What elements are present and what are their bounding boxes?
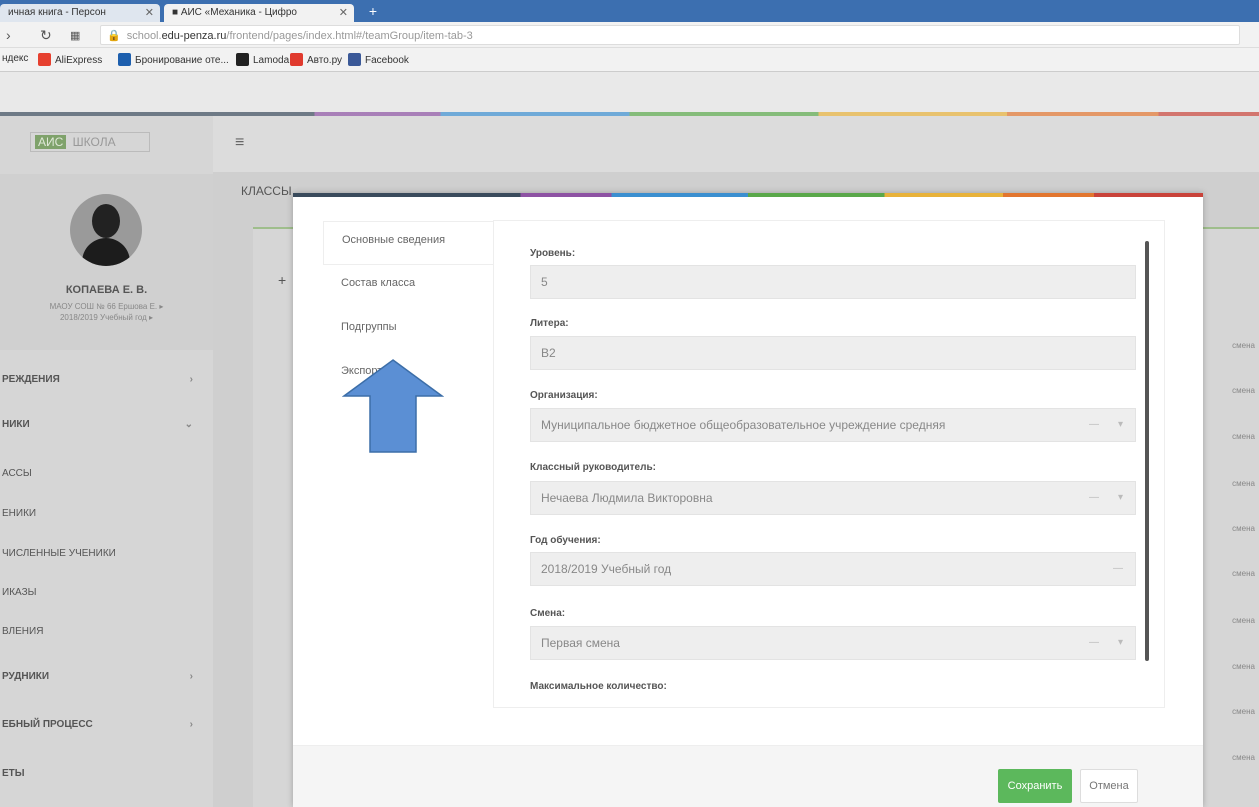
bookmark-item[interactable]: ндекс — [2, 53, 28, 64]
facebook-icon — [348, 53, 361, 66]
bookmark-item[interactable]: AliExpress — [38, 53, 102, 66]
menu-item[interactable]: НИКИ ⌄ — [0, 419, 213, 430]
field-label: Литера: — [530, 318, 569, 329]
page-icon: ■ — [172, 7, 181, 18]
submenu-item[interactable]: ЕНИКИ — [0, 508, 213, 519]
row-cell: смена — [1232, 616, 1255, 625]
forward-icon[interactable]: › — [6, 27, 11, 43]
user-year[interactable]: 2018/2019 Учебный год ▸ — [0, 313, 213, 322]
field-label: Организация: — [530, 390, 598, 401]
class-form: Уровень: 5 Литера: В2 Организация: Муниц… — [493, 220, 1165, 708]
organization-select[interactable]: Муниципальное бюджетное общеобразователь… — [530, 408, 1136, 442]
clear-icon[interactable]: — — [1089, 492, 1099, 503]
bookmark-item[interactable]: Авто.ру — [290, 53, 342, 66]
field-label: Максимальное количество: — [530, 681, 667, 692]
user-profile: КОПАЕВА Е. В. МАОУ СОШ № 66 Ершова Е. ▸ … — [0, 174, 213, 350]
url-field[interactable]: 🔒 school.edu-penza.ru/frontend/pages/inde… — [100, 25, 1240, 45]
autoru-icon — [290, 53, 303, 66]
clear-icon[interactable]: — — [1113, 563, 1123, 574]
page-title: КЛАССЫ — [241, 184, 292, 198]
up-arrow-annotation — [342, 359, 444, 453]
dropdown-icon[interactable]: ▾ — [1118, 419, 1123, 430]
class-teacher-select[interactable]: Нечаева Людмила Викторовна — ▾ — [530, 481, 1136, 515]
level-field[interactable]: 5 — [530, 265, 1136, 299]
menu-item[interactable]: ЕБНЫЙ ПРОЦЕСС › — [0, 719, 213, 730]
menu-item[interactable]: РУДНИКИ › — [0, 671, 213, 682]
sidebar: АИС ШКОЛА КОПАЕВА Е. В. МАОУ СОШ № 66 Ер… — [0, 116, 213, 807]
chevron-right-icon: › — [189, 719, 193, 730]
submenu-item[interactable]: ВЛЕНИЯ — [0, 626, 213, 637]
field-label: Классный руководитель: — [530, 462, 656, 473]
menu-item[interactable]: РЕЖДЕНИЯ › — [0, 374, 213, 385]
tab-title: АИС «Механика - Цифро — [180, 7, 297, 18]
row-cell: смена — [1232, 432, 1255, 441]
class-edit-modal: Основные сведения Состав класса Подгрупп… — [293, 193, 1203, 807]
row-cell: смена — [1232, 707, 1255, 716]
modal-color-strip — [293, 193, 1203, 197]
row-cell: смена — [1232, 662, 1255, 671]
lamoda-icon — [236, 53, 249, 66]
dropdown-icon[interactable]: ▾ — [1118, 637, 1123, 648]
lock-icon: 🔒 — [107, 30, 121, 42]
browser-tab-bar: ичная книга - Персон ✕ ■ АИС «Механика -… — [0, 0, 1259, 22]
tab-class-members[interactable]: Состав класса — [323, 265, 493, 309]
study-year-select[interactable]: 2018/2019 Учебный год — — [530, 552, 1136, 586]
hamburger-icon[interactable]: ≡ — [235, 134, 244, 152]
booking-icon — [118, 53, 131, 66]
tab-main-info[interactable]: Основные сведения — [323, 221, 493, 265]
field-label: Смена: — [530, 608, 566, 619]
chevron-down-icon: ⌄ — [184, 419, 193, 430]
row-cell: смена — [1232, 386, 1255, 395]
chevron-right-icon: › — [189, 374, 193, 385]
row-cell: смена — [1232, 524, 1255, 533]
bookmarks-bar: ндекс AliExpress Бронирование оте... Lam… — [0, 48, 1259, 72]
avatar — [70, 194, 142, 266]
field-label: Уровень: — [530, 248, 576, 259]
chevron-right-icon: › — [189, 671, 193, 682]
browser-tab[interactable]: ичная книга - Персон ✕ — [0, 4, 160, 22]
user-org[interactable]: МАОУ СОШ № 66 Ершова Е. ▸ — [0, 302, 213, 311]
clear-icon[interactable]: — — [1089, 419, 1099, 430]
row-cell: смена — [1232, 569, 1255, 578]
close-icon[interactable]: ✕ — [145, 6, 154, 19]
dropdown-icon[interactable]: ▾ — [1118, 492, 1123, 503]
shift-select[interactable]: Первая смена — ▾ — [530, 626, 1136, 660]
row-cell: смена — [1232, 479, 1255, 488]
bookmark-item[interactable]: Facebook — [348, 53, 409, 66]
bookmark-item[interactable]: Бронирование оте... — [118, 53, 229, 66]
reload-icon[interactable]: ↻ — [40, 27, 52, 44]
close-icon[interactable]: ✕ — [339, 6, 348, 19]
app-logo[interactable]: АИС ШКОЛА — [30, 132, 150, 152]
clear-icon[interactable]: — — [1089, 637, 1099, 648]
apps-icon[interactable]: ▦ — [70, 29, 80, 42]
submenu-item[interactable]: АССЫ — [0, 468, 213, 479]
save-button[interactable]: Сохранить — [998, 769, 1072, 803]
letter-field[interactable]: В2 — [530, 336, 1136, 370]
address-bar-row: › ↻ ▦ 🔒 school.edu-penza.ru/frontend/page… — [0, 22, 1259, 48]
new-tab-icon[interactable]: + — [362, 3, 384, 19]
bookmark-item[interactable]: Lamoda — [236, 53, 289, 66]
submenu-item[interactable]: ИКАЗЫ — [0, 587, 213, 598]
top-bar: ≡ — [213, 116, 1259, 172]
tab-title: ичная книга - Персон — [8, 7, 106, 18]
add-icon[interactable]: + — [278, 272, 286, 288]
browser-tab-active[interactable]: ■ АИС «Механика - Цифро ✕ — [164, 4, 354, 22]
field-label: Год обучения: — [530, 535, 601, 546]
cancel-button[interactable]: Отмена — [1080, 769, 1138, 803]
tab-subgroups[interactable]: Подгруппы — [323, 309, 493, 353]
submenu-item[interactable]: ЧИСЛЕННЫЕ УЧЕНИКИ — [0, 548, 213, 559]
row-cell: смена — [1232, 341, 1255, 350]
row-cell: смена — [1232, 753, 1255, 762]
user-name: КОПАЕВА Е. В. — [65, 284, 148, 296]
menu-item[interactable]: ЕТЫ — [0, 768, 213, 779]
scrollbar[interactable] — [1145, 241, 1149, 661]
aliexpress-icon — [38, 53, 51, 66]
